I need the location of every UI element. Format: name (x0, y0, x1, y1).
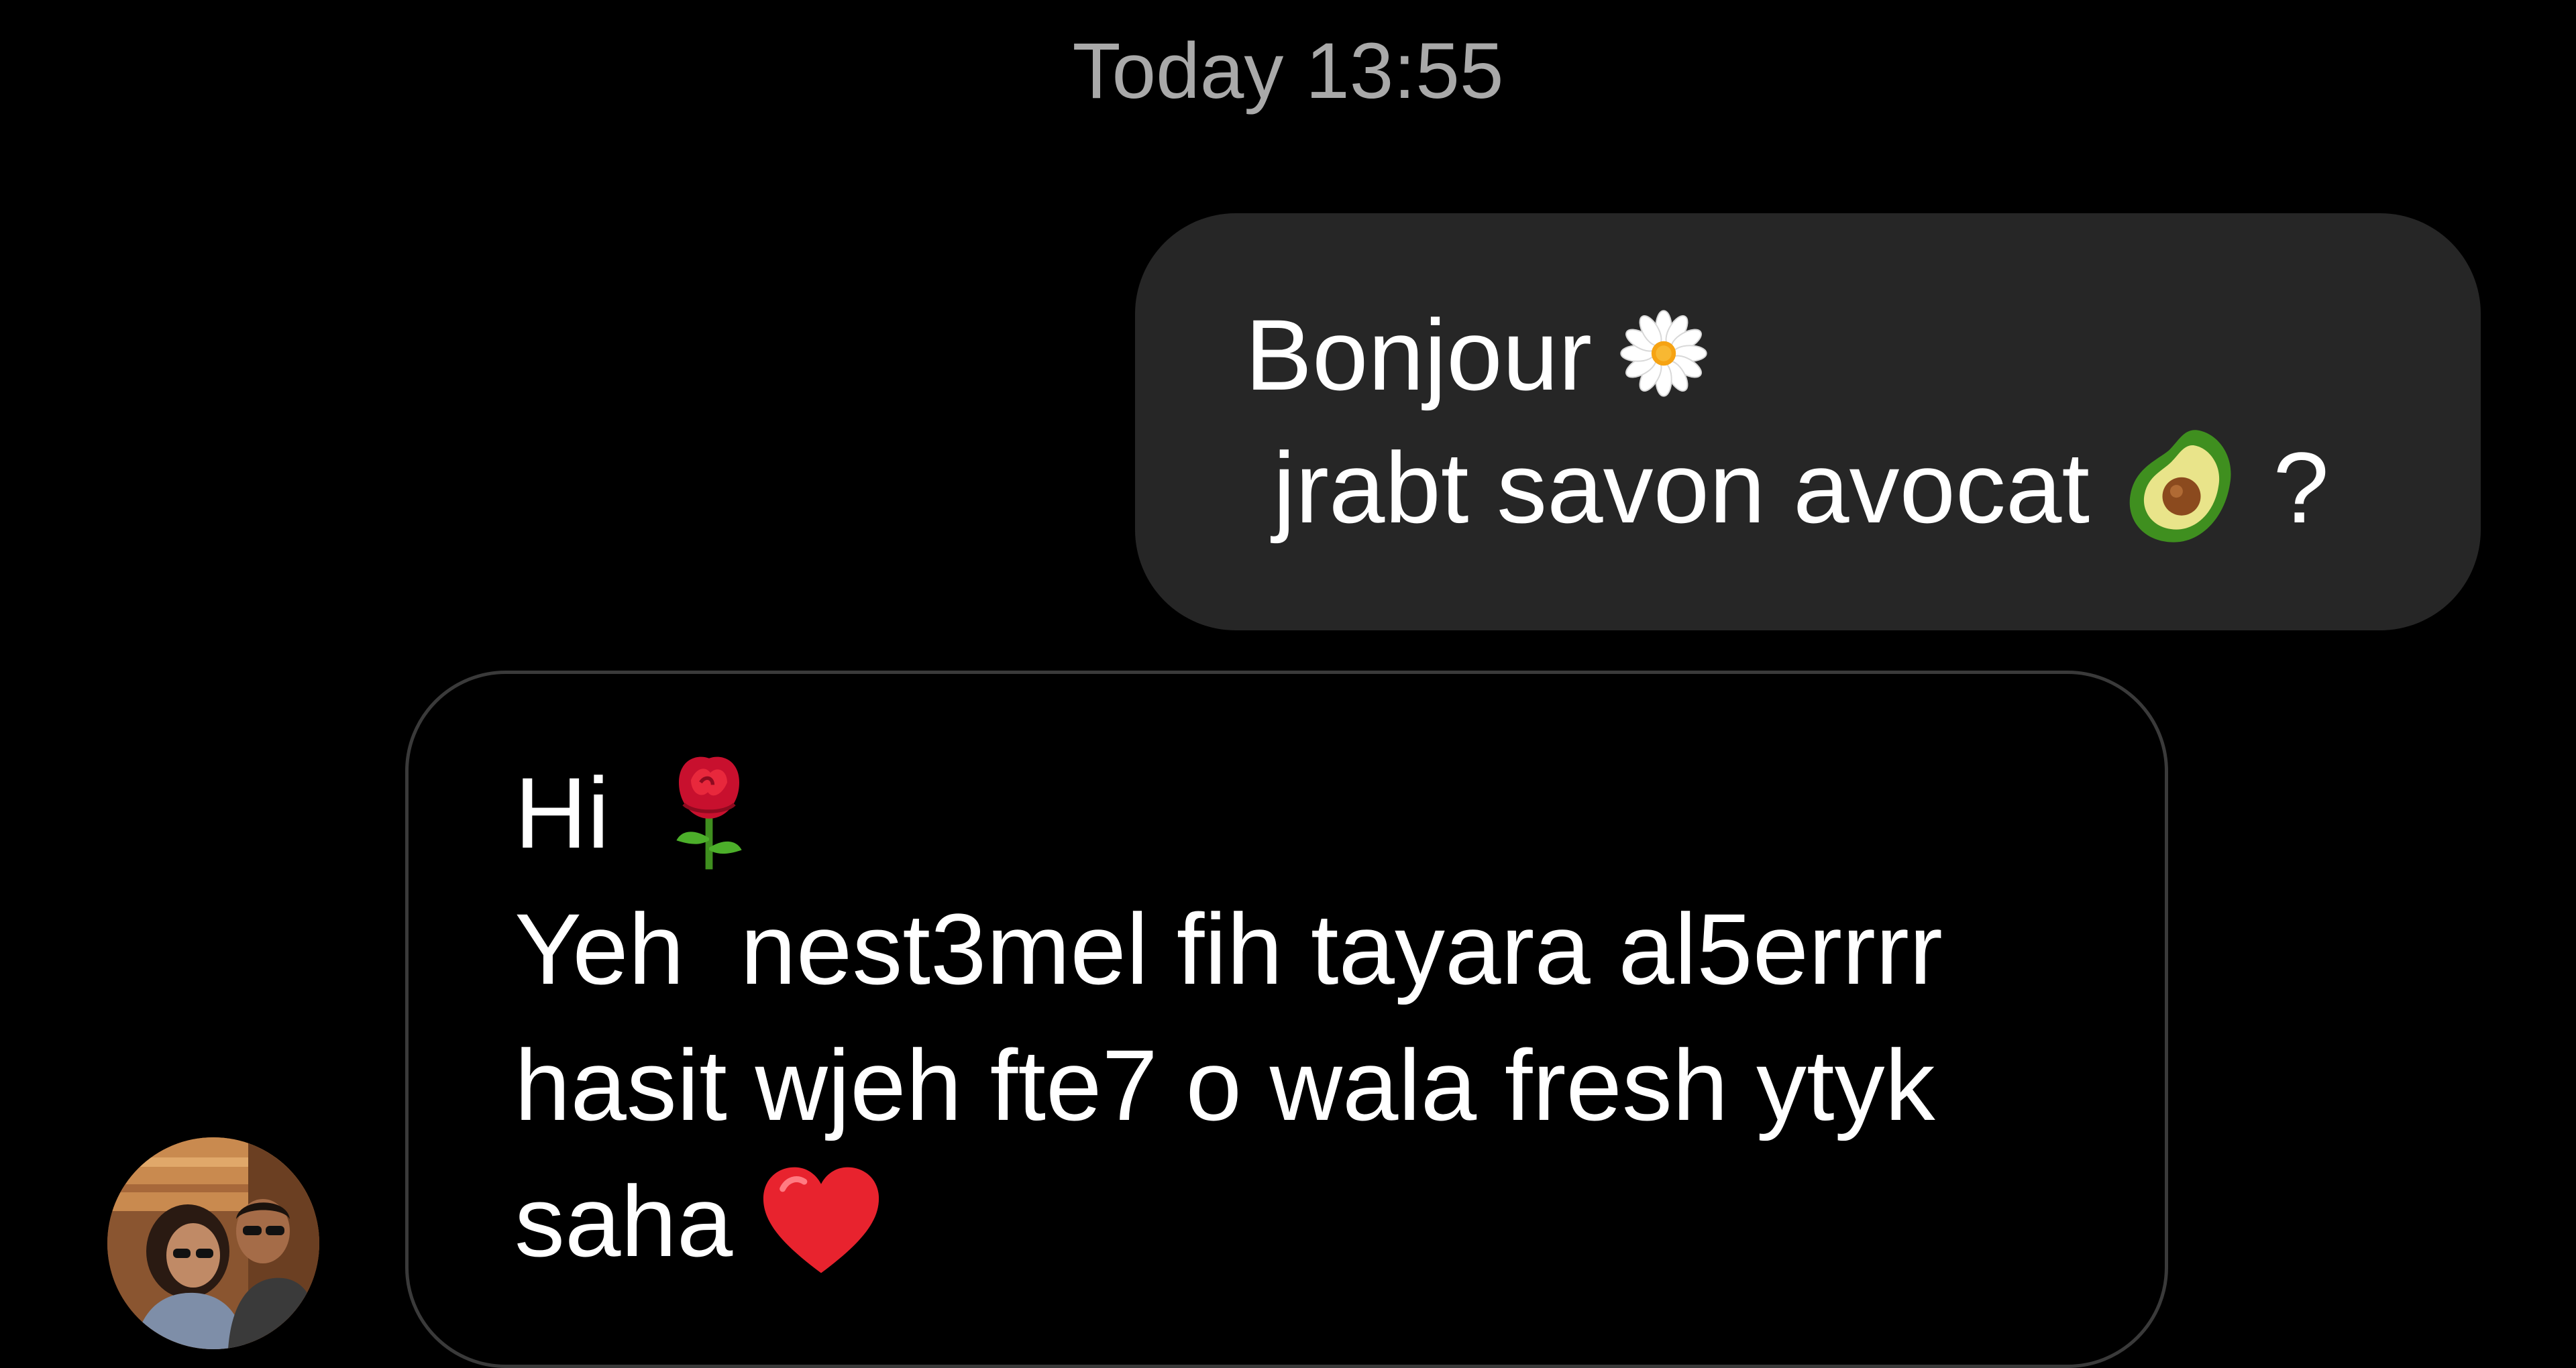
outgoing-question-mark: ? (2245, 431, 2329, 544)
avocado-icon (2118, 422, 2245, 550)
incoming-line-2: Yeh nest3mel fih tayara al5errrr (515, 893, 1943, 1006)
incoming-line-3: hasit wjeh fte7 o wala fresh ytyk (515, 1029, 1935, 1142)
outgoing-message-bubble[interactable]: Bonjour jrabt savon avocat ? (1135, 213, 2481, 630)
incoming-line-1: Hi (515, 745, 2165, 881)
incoming-line-4: saha (515, 1153, 2165, 1290)
outgoing-line-1: Bonjour (1245, 288, 2481, 421)
outgoing-line-2: jrabt savon avocat ? (1245, 421, 2481, 559)
outgoing-question-text: jrabt savon avocat (1245, 431, 2118, 544)
incoming-greeting-text: Hi (515, 756, 665, 869)
red-heart-icon (761, 1165, 881, 1275)
sender-avatar[interactable] (107, 1137, 319, 1349)
message-timestamp: Today 13:55 (1072, 27, 1504, 115)
outgoing-greeting-text: Bonjour (1245, 298, 1620, 411)
daisy-icon (1620, 310, 1707, 398)
rose-icon (665, 751, 753, 872)
incoming-closing-text: saha (515, 1165, 761, 1278)
incoming-message-bubble[interactable]: Hi Yeh nest3mel fih tayara al5errrr hasi… (405, 671, 2168, 1368)
